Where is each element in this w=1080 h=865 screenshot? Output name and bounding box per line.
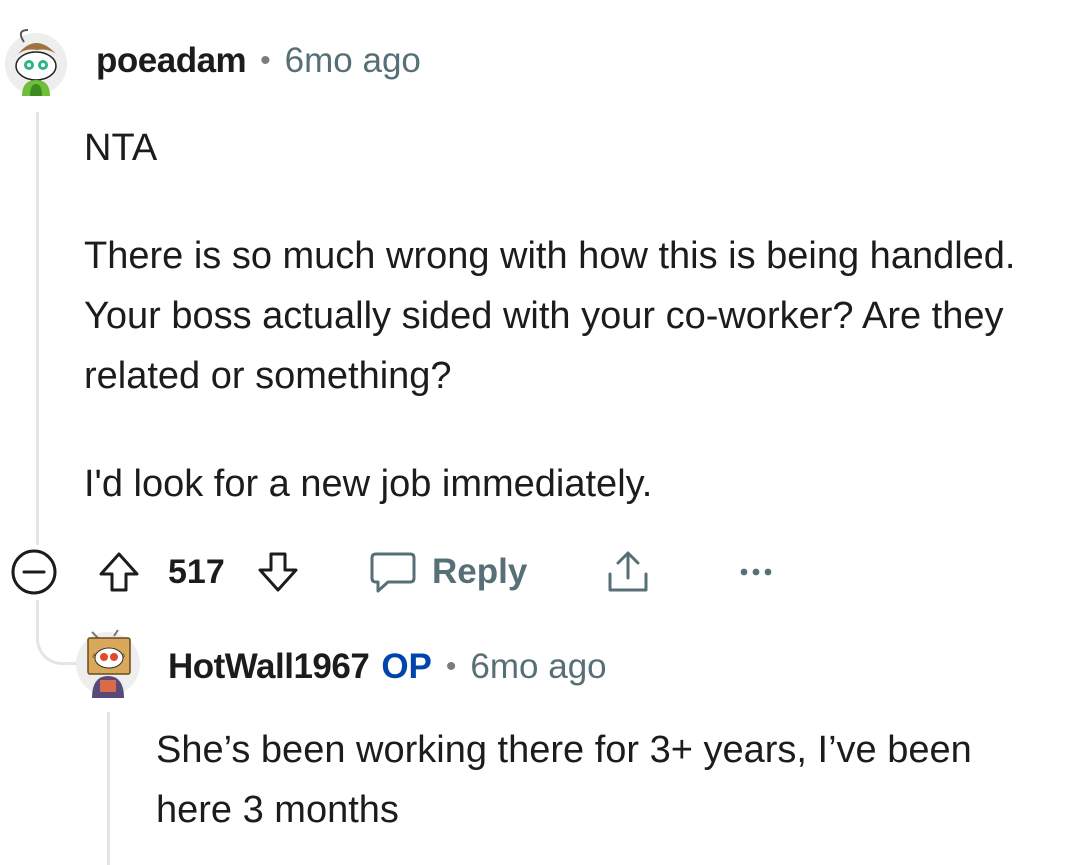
comment-timestamp[interactable]: 6mo ago	[470, 647, 606, 687]
speech-bubble-icon	[370, 552, 416, 593]
comment-action-bar: 517 Reply	[0, 540, 1080, 604]
reply-thread-line[interactable]	[107, 712, 110, 865]
avatar[interactable]	[2, 28, 70, 96]
thread-line[interactable]	[36, 112, 39, 545]
comment-timestamp[interactable]: 6mo ago	[285, 41, 421, 81]
vote-score: 517	[168, 552, 225, 591]
op-badge: OP	[381, 647, 432, 686]
reply-button[interactable]: Reply	[368, 540, 527, 604]
more-dots-icon	[740, 568, 772, 576]
comment-header: poeadam • 6mo ago	[96, 38, 421, 84]
upvote-button[interactable]	[96, 540, 142, 604]
upvote-arrow-icon	[99, 552, 139, 592]
thread-connector-curve	[36, 600, 79, 665]
collapse-button[interactable]	[10, 540, 58, 604]
box-head-avatar-icon: a b	[76, 629, 140, 698]
meta-separator: •	[260, 44, 271, 77]
comment-thread: poeadam • 6mo ago NTA There is so much w…	[0, 0, 1080, 865]
comment-body: NTA There is so much wrong with how this…	[84, 118, 1044, 514]
reply-body: She’s been working there for 3+ years, I…	[156, 720, 1056, 840]
comment-paragraph: There is so much wrong with how this is …	[84, 235, 1016, 397]
more-options-button[interactable]	[738, 540, 774, 604]
avatar[interactable]: a b	[74, 628, 142, 698]
reply-label: Reply	[432, 552, 528, 591]
collapse-minus-icon	[11, 549, 57, 595]
comment-paragraph: She’s been working there for 3+ years, I…	[156, 729, 972, 831]
comment-paragraph: NTA	[84, 127, 158, 169]
comment-paragraph: I'd look for a new job immediately.	[84, 463, 653, 505]
downvote-arrow-icon	[258, 552, 298, 592]
snoo-avatar-icon	[5, 29, 67, 96]
downvote-button[interactable]	[255, 540, 301, 604]
share-button[interactable]	[603, 540, 653, 604]
share-icon	[608, 551, 648, 592]
meta-separator: •	[445, 650, 457, 683]
reply-header: HotWall1967 OP • 6mo ago	[168, 644, 607, 690]
author-username[interactable]: HotWall1967	[168, 647, 370, 687]
author-username[interactable]: poeadam	[96, 41, 247, 81]
